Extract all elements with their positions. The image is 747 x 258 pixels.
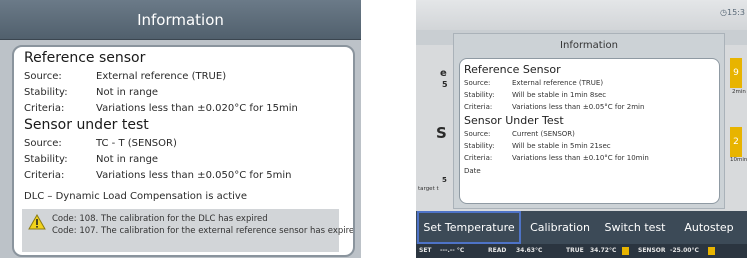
background-label: S [436,124,447,142]
right-screen: ◷15:3 e 5 S 5 target t 9 2min 2 10min In… [416,0,747,258]
warning-box: Code: 108. The calibration for the DLC h… [22,209,353,252]
true-value: 34.72°C [590,247,617,254]
reference-criteria-value: Variations less than ±0.020°C for 15min [96,103,298,114]
sensor-criteria-value: Variations less than ±0.10°C for 10min [512,154,649,162]
reference-stability-label: Stability: [24,87,68,98]
true-status-box [622,247,629,255]
reference-criteria-value: Variations less than ±0.05°C for 2min [512,103,645,111]
background-label: e [440,68,447,79]
header-bar: Information [0,0,361,40]
reference-sensor-heading: Reference Sensor [464,63,561,76]
tab-autostep[interactable]: Autostep [673,211,745,244]
read-value: 34.63°C [516,247,543,254]
clock-time: 15:3 [727,8,745,17]
sensor-criteria-value: Variations less than ±0.050°C for 5min [96,170,292,181]
sensor-criteria-label: Criteria: [464,154,493,162]
tab-switch-test[interactable]: Switch test [597,211,673,244]
status-bar: SET ---.-- °C READ 34.63°C TRUE 34.72°C … [416,244,747,258]
sensor-stability-value: Will be stable in 5min 21sec [512,142,611,150]
tab-calibration[interactable]: Calibration [523,211,597,244]
sensor-source-label: Source: [464,130,491,138]
read-label: READ [488,247,507,254]
information-card: Reference Sensor Source: External refere… [459,58,720,204]
information-card: Reference sensor Source: External refere… [12,45,355,257]
status-badge: 9 [730,58,742,88]
bottom-nav: Set Temperature Calibration Switch test … [416,211,747,244]
set-label: SET [419,247,432,254]
sensor-stability-value: Not in range [96,154,159,165]
sensor-source-value: TC - T (SENSOR) [96,138,177,149]
reference-stability-value: Will be stable in 1min 8sec [512,91,607,99]
information-dialog: Information Reference Sensor Source: Ext… [453,33,725,209]
warning-message: Code: 108. The calibration for the DLC h… [52,214,268,224]
reference-source-label: Source: [24,71,62,82]
top-bar: ◷15:3 [416,0,747,30]
background-label: target t [418,186,439,192]
dialog-title: Information [560,40,618,51]
clock: ◷15:3 [720,8,745,17]
page-title: Information [137,11,224,29]
reference-stability-value: Not in range [96,87,159,98]
reference-criteria-label: Criteria: [24,103,65,114]
reference-criteria-label: Criteria: [464,103,493,111]
reference-source-label: Source: [464,79,491,87]
side-time-text: 10min [730,157,747,163]
side-time-text: 2min [732,89,746,95]
background-label: 5 [442,176,447,184]
date-label: Date [464,167,481,175]
left-screen: Information Reference sensor Source: Ext… [0,0,361,258]
reference-sensor-heading: Reference sensor [24,50,146,66]
warning-icon [28,214,46,230]
sensor-value: -25.00°C [670,247,699,254]
sensor-source-label: Source: [24,138,62,149]
set-value: ---.-- °C [440,247,465,254]
true-label: TRUE [566,247,584,254]
sensor-stability-label: Stability: [464,142,495,150]
warning-message: Code: 107. The calibration for the exter… [52,226,355,236]
dlc-status-text: DLC – Dynamic Load Compensation is activ… [24,191,247,202]
background-label: 5 [442,80,448,89]
sensor-stability-label: Stability: [24,154,68,165]
reference-source-value: External reference (TRUE) [96,71,227,82]
sensor-under-test-heading: Sensor Under Test [464,114,564,127]
clock-icon: ◷ [720,8,728,17]
reference-source-value: External reference (TRUE) [512,79,604,87]
sensor-status-box [708,247,715,255]
sensor-criteria-label: Criteria: [24,170,65,181]
sensor-under-test-heading: Sensor under test [24,117,149,133]
status-badge: 2 [730,127,742,157]
sensor-label: SENSOR [638,247,666,254]
tab-set-temperature[interactable]: Set Temperature [417,211,521,244]
reference-stability-label: Stability: [464,91,495,99]
sensor-source-value: Current (SENSOR) [512,130,575,138]
